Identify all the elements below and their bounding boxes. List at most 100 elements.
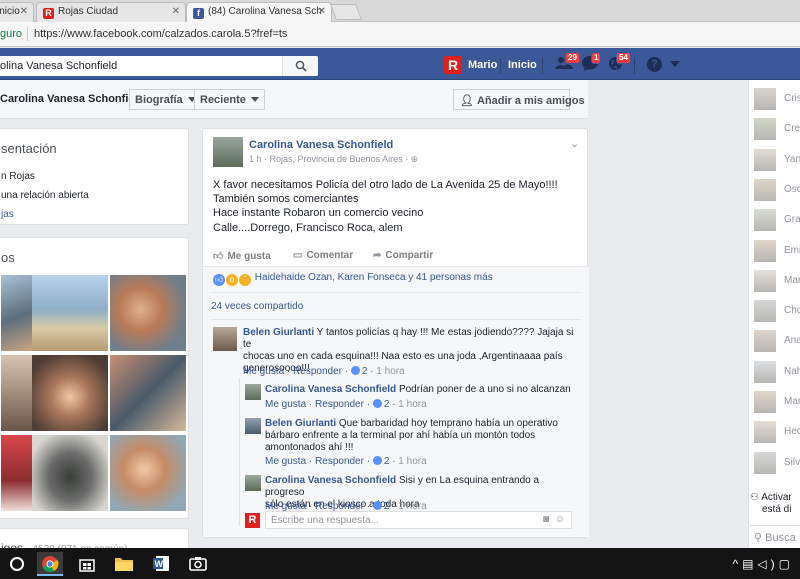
comment-timestamp[interactable]: 1 hora: [398, 399, 426, 410]
browser-tab-rojas[interactable]: R Rojas Ciudad ✕: [36, 2, 186, 22]
file-explorer-taskbar-icon[interactable]: [111, 552, 137, 576]
profile-name[interactable]: Carolina Vanesa Schonfield: [0, 93, 144, 105]
photo-thumbnail[interactable]: [110, 275, 186, 351]
tab-reciente[interactable]: Reciente: [194, 89, 265, 110]
chat-contact[interactable]: Cris: [754, 88, 800, 110]
browser-tab-facebook[interactable]: f (84) Carolina Vanesa Sch ✕: [186, 2, 332, 23]
comment-author-link[interactable]: Carolina Vanesa Schonfield: [265, 384, 396, 395]
chat-contact[interactable]: Ana: [754, 330, 800, 353]
comment-like-link[interactable]: Me gusta: [243, 366, 284, 377]
new-tab-button[interactable]: [330, 4, 362, 20]
volume-icon[interactable]: ◁): [757, 557, 778, 571]
reply-input[interactable]: Escribe una respuesta... ◙ ☺: [265, 511, 572, 529]
chat-search-input[interactable]: ⚲ Busca: [750, 525, 800, 547]
messages-icon[interactable]: 1: [580, 52, 602, 74]
comment-like-count[interactable]: 2: [384, 456, 390, 467]
intro-hometown-link[interactable]: jas: [1, 209, 14, 220]
user-name-link[interactable]: Mario: [468, 59, 497, 71]
help-icon[interactable]: ?: [647, 57, 662, 72]
notification-center-icon[interactable]: ▢: [779, 557, 794, 571]
word-taskbar-icon[interactable]: W: [148, 552, 174, 576]
chrome-taskbar-icon[interactable]: [37, 552, 63, 576]
search-button[interactable]: [282, 56, 318, 76]
share-button[interactable]: ➦ Compartir: [373, 250, 433, 261]
like-button[interactable]: 👍︎ Me gusta: [213, 250, 271, 262]
post-options-chevron-icon[interactable]: ⌄: [570, 137, 579, 150]
comment-like-link[interactable]: Me gusta: [265, 456, 306, 467]
comment-author-link[interactable]: Belen Giurlanti: [243, 327, 314, 338]
browser-tab-1[interactable]: inicio ✕: [0, 2, 34, 22]
shares-link[interactable]: 24 veces compartido: [211, 301, 303, 312]
commenter-avatar[interactable]: [213, 327, 237, 351]
camera-icon[interactable]: ◙: [543, 514, 549, 525]
comment-reply-link[interactable]: Responder: [315, 399, 364, 410]
tab-biografia[interactable]: Biografía: [129, 89, 202, 110]
camera-taskbar-icon[interactable]: [185, 552, 211, 576]
wow-reaction-icon: o: [226, 274, 238, 286]
photo-thumbnail[interactable]: [32, 435, 108, 511]
post-author-avatar[interactable]: [213, 137, 243, 167]
chat-contact[interactable]: Cho: [754, 300, 800, 323]
share-arrow-icon: ➦: [373, 250, 382, 261]
chat-contact[interactable]: Nah: [754, 360, 800, 383]
commenter-avatar[interactable]: [245, 418, 261, 434]
commenter-avatar[interactable]: [245, 475, 261, 491]
chevron-up-icon[interactable]: ^: [732, 557, 742, 571]
photo-thumbnail[interactable]: [1, 355, 32, 431]
emoji-icon[interactable]: ☺: [555, 514, 565, 525]
comment-like-count[interactable]: 2: [362, 366, 368, 377]
comment-author-link[interactable]: Carolina Vanesa Schonfield: [265, 475, 396, 486]
post-author-link[interactable]: Carolina Vanesa Schonfield: [249, 139, 393, 151]
chat-contact-name: Ana: [784, 335, 800, 347]
comment-reply-link[interactable]: Responder: [315, 456, 364, 467]
system-tray[interactable]: ^▤◁)▢: [732, 557, 794, 571]
friend-requests-icon[interactable]: 29: [554, 52, 580, 74]
store-taskbar-icon[interactable]: [74, 552, 100, 576]
comment-reply-link[interactable]: Responder: [293, 366, 342, 377]
comment-timestamp[interactable]: 1 hora: [398, 456, 426, 467]
chat-contact[interactable]: Mar: [754, 391, 800, 413]
add-friend-button[interactable]: 👤︎ Añadir a mis amigos: [453, 89, 585, 110]
account-menu-chevron-down-icon[interactable]: [670, 61, 680, 67]
address-bar[interactable]: guro https://www.facebook.com/calzados.c…: [0, 22, 800, 47]
chat-contact[interactable]: Osc: [754, 178, 800, 201]
photo-thumbnail[interactable]: [110, 435, 186, 511]
commenter-avatar[interactable]: [245, 384, 261, 400]
chat-contact[interactable]: Hec: [754, 421, 800, 444]
chat-contact[interactable]: Mar: [754, 269, 800, 292]
chevron-down-icon: [250, 97, 259, 102]
reactions-summary[interactable]: 👍︎ o ˇ Haidehaide Ozan, Karen Fonseca y 41…: [213, 272, 493, 290]
comment-like-link[interactable]: Me gusta: [265, 399, 306, 410]
comment-author-link[interactable]: Belen Giurlanti: [265, 418, 336, 429]
photo-thumbnail[interactable]: [110, 355, 186, 431]
close-tab-icon[interactable]: ✕: [318, 6, 326, 17]
home-link[interactable]: Inicio: [508, 59, 537, 71]
close-tab-icon[interactable]: ✕: [172, 6, 180, 17]
url-text[interactable]: https://www.facebook.com/calzados.carola…: [34, 28, 287, 40]
photo-thumbnail[interactable]: [1, 275, 32, 351]
add-friend-label: Añadir a mis amigos: [476, 95, 585, 107]
chat-contact[interactable]: Silv: [754, 451, 800, 474]
chat-contact[interactable]: Yan: [754, 148, 800, 171]
user-avatar[interactable]: R: [444, 56, 462, 74]
comment-label: Comentar: [306, 250, 354, 261]
photo-thumbnail[interactable]: [32, 355, 108, 431]
notifications-globe-icon[interactable]: 54: [605, 52, 631, 74]
chat-contact[interactable]: Emi: [754, 239, 800, 262]
cortana-search-icon[interactable]: [4, 552, 30, 576]
photo-thumbnail[interactable]: [32, 275, 108, 351]
comment-button[interactable]: ▭ Comentar: [293, 250, 353, 261]
messages-badge: 1: [591, 52, 602, 64]
chat-contact[interactable]: Cres: [754, 118, 800, 141]
network-icon[interactable]: ▤: [742, 557, 757, 571]
close-tab-icon[interactable]: ✕: [20, 6, 28, 17]
comment-timestamp[interactable]: 1 hora: [376, 366, 404, 377]
chat-contact-name: Emi: [784, 244, 800, 256]
chat-activate-notice[interactable]: ⚇ Activar está di: [750, 492, 792, 516]
chat-contact-avatar: [754, 209, 776, 232]
chat-contact[interactable]: Gra: [754, 209, 800, 232]
divider: [27, 27, 28, 41]
search-input[interactable]: olina Vanesa Schonfield: [0, 56, 318, 76]
photo-thumbnail[interactable]: [1, 435, 32, 511]
comment-like-count[interactable]: 2: [384, 399, 390, 410]
